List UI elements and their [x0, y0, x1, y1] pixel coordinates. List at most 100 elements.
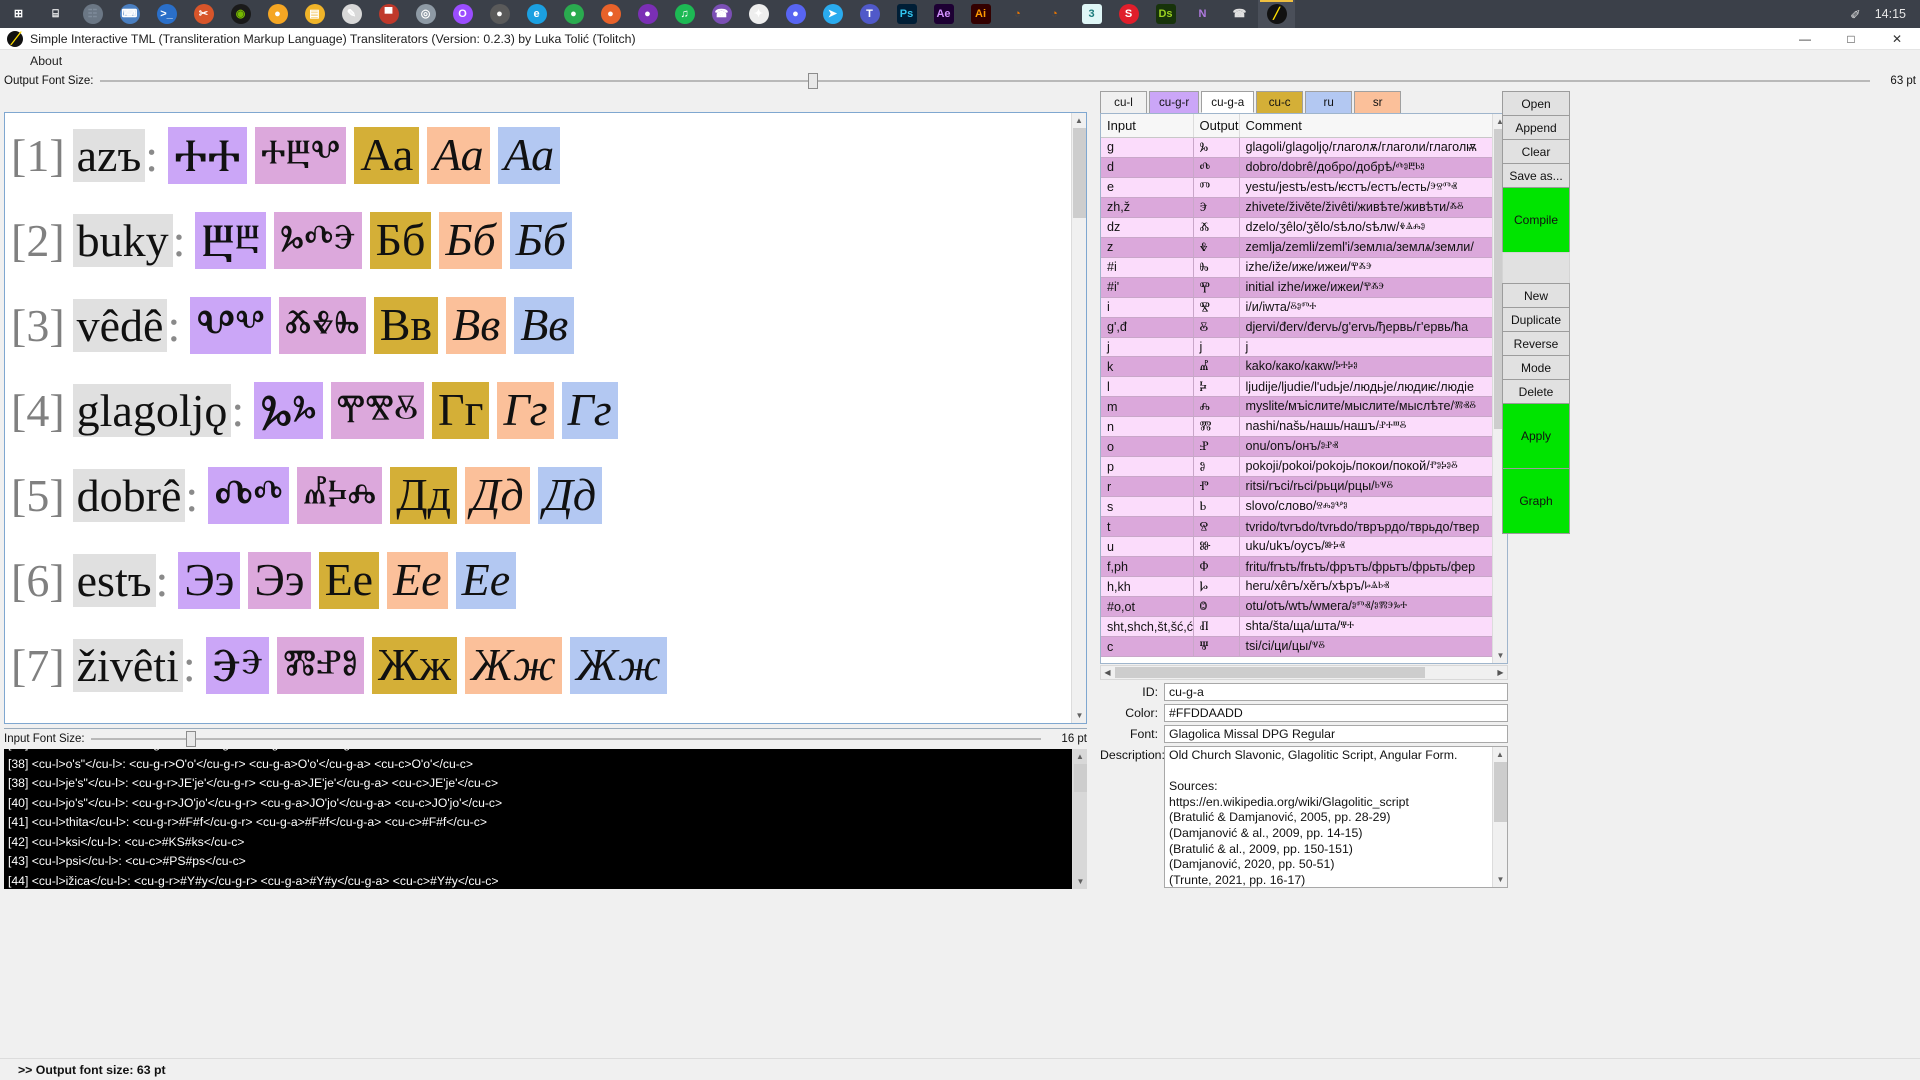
table-row[interactable]: dz Ⰶdzelo/ʒêlo/ʒělo/sѣло/sѣлw/ⰷⱑⰾⱁ: [1101, 217, 1507, 238]
scroll-down-icon[interactable]: ▼: [1072, 708, 1086, 723]
table-hscroll-thumb[interactable]: [1115, 667, 1425, 678]
table-row[interactable]: l Ⰽljudije/ljudie/l'udьje/людьје/людиѥ/лю…: [1101, 376, 1507, 398]
cell-comment[interactable]: izhe/iže/иже/ижеи/ⰹⰶⰵ: [1239, 257, 1507, 278]
cell-output[interactable]: Ⰾ: [1193, 396, 1240, 418]
scroll-up-icon[interactable]: ▲: [1073, 749, 1087, 764]
console-scroll-thumb[interactable]: [1074, 764, 1087, 792]
tab-cu-c[interactable]: cu-c: [1256, 91, 1304, 113]
table-horizontal-scrollbar[interactable]: ◀ ▶: [1100, 665, 1508, 680]
cell-input[interactable]: k: [1101, 356, 1194, 378]
cell-input[interactable]: i: [1101, 297, 1194, 318]
slider-thumb[interactable]: [807, 73, 818, 89]
cell-input[interactable]: g: [1101, 137, 1194, 158]
cell-comment[interactable]: otu/otъ/wtъ/wмега/ⱁⱅⱏ/ⱁⰿⰵⰳⰰ: [1239, 596, 1507, 618]
cell-input[interactable]: sht,shch,št,šć,ć: [1101, 616, 1194, 638]
table-row[interactable]: r Ⱂritsi/rъci/rьci/рьци/рцы/ⱃⱌⰻ: [1101, 476, 1507, 498]
cell-input[interactable]: o: [1101, 436, 1194, 458]
table-row[interactable]: f,ph Ⱇfritu/frъtъ/frьtъ/фрътъ/фрьтъ/фрьть…: [1101, 556, 1507, 578]
nuke-icon[interactable]: N: [1184, 0, 1221, 28]
table-row[interactable]: k Ⰼkako/како/какw/ⰽⰰⰽⱁ: [1101, 356, 1507, 378]
tab-ru[interactable]: ru: [1305, 91, 1353, 113]
cell-input[interactable]: s: [1101, 496, 1194, 518]
cell-comment[interactable]: kako/како/какw/ⰽⰰⰽⱁ: [1239, 356, 1507, 378]
opera-icon[interactable]: O: [444, 0, 481, 28]
cell-comment[interactable]: j: [1239, 337, 1507, 358]
cell-output[interactable]: Ⰶ: [1193, 217, 1240, 238]
blender-icon[interactable]: ◔: [999, 0, 1036, 28]
cell-input[interactable]: p: [1101, 456, 1194, 478]
task-view-icon[interactable]: ⌸: [37, 0, 74, 28]
scroll-down-icon[interactable]: ▼: [1493, 872, 1507, 887]
column-header-output[interactable]: Output: [1193, 114, 1240, 138]
firefox-icon[interactable]: ●: [592, 0, 629, 28]
cell-input[interactable]: z: [1101, 237, 1194, 258]
cell-comment[interactable]: dobro/dobrê/добро/добрѣ/ⰴⱁⰱⱃⱁ: [1239, 157, 1507, 178]
table-row[interactable]: #i Ⰸizhe/iže/иже/ижеи/ⰹⰶⰵ: [1101, 257, 1507, 278]
cell-input[interactable]: dz: [1101, 217, 1194, 238]
cell-output[interactable]: Ⱉ: [1193, 596, 1240, 618]
cell-input[interactable]: c: [1101, 636, 1194, 658]
cell-input[interactable]: d: [1101, 157, 1194, 178]
cell-input[interactable]: g',đ: [1101, 317, 1194, 338]
output-scroll-thumb[interactable]: [1073, 128, 1086, 218]
illustrator-icon[interactable]: Ai: [962, 0, 999, 28]
snipping-tool-icon[interactable]: ✂: [185, 0, 222, 28]
cell-comment[interactable]: zemlja/zemli/zeml'i/землıа/землѧ/земли/: [1239, 237, 1507, 258]
cell-comment[interactable]: djervi/đerv/đervь/g'ervь/ђервь/г'ервь/ћа: [1239, 317, 1507, 338]
scroll-down-icon[interactable]: ▼: [1073, 874, 1087, 889]
font-field[interactable]: Glagolica Missal DPG Regular: [1164, 725, 1508, 743]
table-row[interactable]: #o,ot Ⱉotu/otъ/wtъ/wмега/ⱁⱅⱏ/ⱁⰿⰵⰳⰰ: [1101, 596, 1507, 618]
cell-input[interactable]: m: [1101, 396, 1194, 418]
open-button[interactable]: Open: [1502, 91, 1570, 116]
discord-icon[interactable]: ●: [777, 0, 814, 28]
notepad-icon[interactable]: ✎: [333, 0, 370, 28]
tor-browser-icon[interactable]: ●: [481, 0, 518, 28]
cell-input[interactable]: #o,ot: [1101, 596, 1194, 618]
cell-output[interactable]: Ⱂ: [1193, 476, 1240, 498]
cell-input[interactable]: e: [1101, 177, 1194, 198]
new-button[interactable]: New: [1502, 283, 1570, 308]
cell-comment[interactable]: dzelo/ʒêlo/ʒělo/sѣло/sѣлw/ⰷⱑⰾⱁ: [1239, 217, 1507, 238]
whatsapp-icon[interactable]: ☎: [1221, 0, 1258, 28]
table-row[interactable]: c Ⱋtsi/ci/ци/цы/ⱌⰻ: [1101, 636, 1507, 658]
cell-output[interactable]: j: [1193, 337, 1240, 358]
cell-input[interactable]: zh,ž: [1101, 197, 1194, 218]
cell-input[interactable]: j: [1101, 337, 1194, 358]
cell-input[interactable]: h,kh: [1101, 576, 1194, 598]
after-effects-icon[interactable]: Ae: [925, 0, 962, 28]
owl-app-icon[interactable]: ●: [629, 0, 666, 28]
table-row[interactable]: zh,ž Ⰵzhivete/živěte/živêti/живѣте/живѣти…: [1101, 197, 1507, 218]
cell-output[interactable]: Ⱋ: [1193, 636, 1240, 658]
cell-output[interactable]: Ⱇ: [1193, 556, 1240, 578]
water-drop-icon[interactable]: ●: [259, 0, 296, 28]
color-field[interactable]: #FFDDAADD: [1164, 704, 1508, 722]
cell-output[interactable]: Ⰹ: [1193, 277, 1240, 298]
cell-comment[interactable]: glagoli/glagoljǫ/глаголѫ/глаголи/глаголѭ: [1239, 137, 1507, 158]
sourcetree-icon[interactable]: S: [1110, 0, 1147, 28]
clock[interactable]: 14:15: [1875, 7, 1906, 21]
cell-input[interactable]: #i: [1101, 257, 1194, 278]
cell-comment[interactable]: zhivete/živěte/živêti/живѣте/живѣти/ⰶⰻ: [1239, 197, 1507, 218]
scroll-right-icon[interactable]: ▶: [1494, 666, 1507, 679]
cell-comment[interactable]: nashi/našь/нашь/нашъ/ⱀⰰⱎⰻ: [1239, 416, 1507, 438]
table-row[interactable]: d Ⰴdobro/dobrê/добро/добрѣ/ⰴⱁⰱⱃⱁ: [1101, 157, 1507, 178]
scroll-up-icon[interactable]: ▲: [1072, 113, 1086, 128]
close-button[interactable]: ✕: [1874, 28, 1920, 50]
append-button[interactable]: Append: [1502, 115, 1570, 140]
cell-input[interactable]: #i': [1101, 277, 1194, 298]
id-field[interactable]: cu-g-a: [1164, 683, 1508, 701]
table-row[interactable]: g',đ Ⰻdjervi/đerv/đervь/g'ervь/ђервь/г'ер…: [1101, 317, 1507, 338]
cell-comment[interactable]: pokoji/pokoi/pokojь/покои/покой/ⱂⱁⰽⱁⰻ: [1239, 456, 1507, 478]
powershell-icon[interactable]: >_: [148, 0, 185, 28]
table-row[interactable]: z Ⰷzemlja/zemli/zeml'i/землıа/землѧ/земли…: [1101, 237, 1507, 258]
menu-item-about[interactable]: About: [18, 54, 74, 68]
cell-comment[interactable]: heru/xêrъ/xěrъ/хѣръ/ⱈⱑⱃⱏ: [1239, 576, 1507, 598]
delete-button[interactable]: Delete: [1502, 379, 1570, 404]
table-row[interactable]: m Ⰾmyslite/мъiслите/мыслите/мыслѣте/ⰿⱏⰻ: [1101, 396, 1507, 418]
edge-icon[interactable]: e: [518, 0, 555, 28]
cell-comment[interactable]: fritu/frъtъ/frьtъ/фрътъ/фрьтъ/фрьть/фер: [1239, 556, 1507, 578]
cell-comment[interactable]: myslite/мъiслите/мыслите/мыслѣте/ⰿⱏⰻ: [1239, 396, 1507, 418]
cell-output[interactable]: Ⰴ: [1193, 157, 1240, 178]
cell-output[interactable]: Ⱅ: [1193, 177, 1240, 198]
scroll-left-icon[interactable]: ◀: [1101, 666, 1114, 679]
